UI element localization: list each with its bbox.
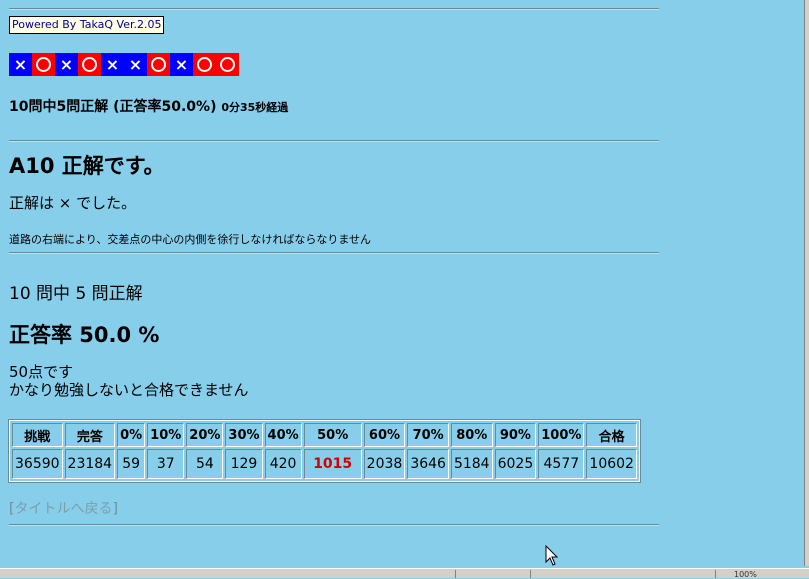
- value-cell: 5184: [450, 449, 493, 479]
- divider: [9, 140, 659, 142]
- progress-summary: 10問中5問正解 (正答率50.0%) 0分35秒経過: [9, 96, 288, 116]
- mark-2-correct: [32, 53, 55, 76]
- table-row: 36590 23184 59 37 54 129 420 1015 2038 3…: [12, 449, 637, 479]
- mark-1-wrong: ×: [9, 53, 32, 76]
- header-cell: 50%: [303, 423, 362, 447]
- mark-8-wrong: ×: [170, 53, 193, 76]
- header-cell: 完答: [64, 423, 116, 447]
- answer-heading: A10 正解です。: [9, 154, 165, 178]
- score-comment: かなり勉強しないと合格できません: [9, 381, 249, 399]
- header-cell: 60%: [363, 423, 406, 447]
- mark-4-correct: [78, 53, 101, 76]
- header-cell: 80%: [450, 423, 493, 447]
- score-text: 50点です: [9, 363, 74, 381]
- summary-text: 10問中5問正解 (正答率50.0%): [9, 99, 217, 115]
- value-cell: 2038: [363, 449, 406, 479]
- elapsed-time: 0分35秒経過: [221, 101, 289, 114]
- mark-9-correct: [193, 53, 216, 76]
- header-cell: 30%: [225, 423, 263, 447]
- answer-explanation: 道路の右端により、交差点の中心の内側を徐行しなければならなりません: [9, 233, 372, 246]
- status-bar: 100%: [0, 568, 809, 579]
- zoom-level[interactable]: 100%: [715, 570, 784, 579]
- status-segment: [455, 570, 526, 578]
- answer-marks: × × × × ×: [9, 53, 239, 76]
- header-cell: 20%: [186, 423, 224, 447]
- value-cell: 23184: [64, 449, 116, 479]
- result-rate: 正答率 50.0 %: [9, 323, 160, 347]
- back-to-title-link[interactable]: タイトルへ戻る: [14, 501, 112, 517]
- bottom-divider: [9, 524, 659, 526]
- back-to-title: [タイトルへ戻る]: [9, 498, 118, 518]
- value-cell: 36590: [12, 449, 63, 479]
- mark-10-correct: [216, 53, 239, 76]
- header-cell: 合格: [586, 423, 637, 447]
- header-cell: 70%: [407, 423, 449, 447]
- statistics-table: 挑戦 完答 0% 10% 20% 30% 40% 50% 60% 70% 80%…: [8, 419, 641, 483]
- value-cell: 37: [147, 449, 185, 479]
- value-cell: 129: [225, 449, 263, 479]
- vertical-scrollbar[interactable]: [804, 0, 809, 566]
- score-block: 50点です かなり勉強しないと合格できません: [9, 363, 249, 399]
- value-cell: 54: [186, 449, 224, 479]
- status-icons: [530, 570, 671, 578]
- header-cell: 10%: [147, 423, 185, 447]
- result-count: 10 問中 5 問正解: [9, 284, 143, 304]
- mark-5-wrong: ×: [101, 53, 124, 76]
- value-cell: 10602: [586, 449, 637, 479]
- highlighted-value-cell: 1015: [303, 449, 362, 479]
- divider: [9, 252, 659, 254]
- value-cell: 4577: [538, 449, 585, 479]
- powered-by-label: Powered By TakaQ Ver.2.05: [9, 16, 165, 34]
- value-cell: 420: [264, 449, 302, 479]
- header-cell: 90%: [494, 423, 537, 447]
- value-cell: 3646: [407, 449, 449, 479]
- mark-7-correct: [147, 53, 170, 76]
- value-cell: 59: [117, 449, 146, 479]
- mark-6-wrong: ×: [124, 53, 147, 76]
- header-cell: 挑戦: [12, 423, 63, 447]
- header-cell: 100%: [538, 423, 585, 447]
- value-cell: 6025: [494, 449, 537, 479]
- header-cell: 40%: [264, 423, 302, 447]
- top-divider: [9, 8, 659, 10]
- bracket-close: ]: [112, 501, 118, 517]
- table-header-row: 挑戦 完答 0% 10% 20% 30% 40% 50% 60% 70% 80%…: [12, 423, 637, 447]
- mark-3-wrong: ×: [55, 53, 78, 76]
- header-cell: 0%: [117, 423, 146, 447]
- answer-result-line: 正解は × でした。: [9, 194, 137, 212]
